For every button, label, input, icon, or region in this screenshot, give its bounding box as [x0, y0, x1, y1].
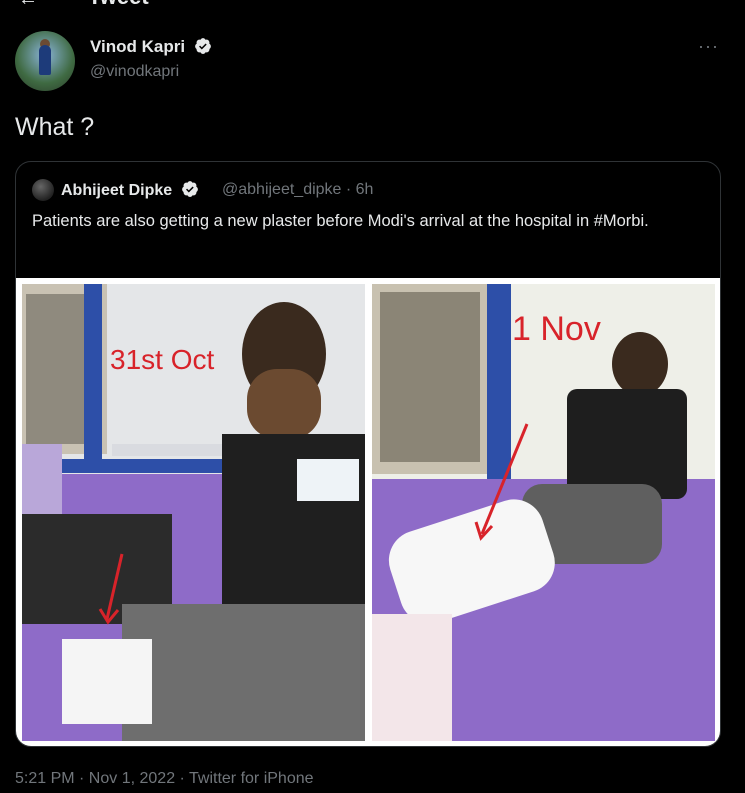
quote-author-name-text: Abhijeet Dipke	[61, 182, 173, 199]
quote-text: Patients are also getting a new plaster …	[32, 212, 649, 230]
author-name-text: Vinod Kapri	[90, 37, 186, 56]
right-photo-illustration	[372, 284, 715, 741]
image-panel-left: 31st Oct	[22, 284, 365, 741]
back-arrow-icon[interactable]: ←	[18, 0, 38, 11]
image-panel-right: 1 Nov	[372, 284, 715, 741]
left-date-caption: 31st Oct	[110, 344, 215, 375]
page-title: Tweet	[88, 0, 149, 10]
quote-author-name[interactable]: Abhijeet Dipke	[61, 180, 199, 200]
quote-author-handle[interactable]: @abhijeet_dipke · 6h	[222, 181, 373, 199]
quote-avatar[interactable]	[32, 179, 54, 201]
author-name[interactable]: Vinod Kapri	[90, 37, 212, 57]
avatar[interactable]	[15, 31, 75, 91]
tweet-meta: 5:21 PM · Nov 1, 2022 · Twitter for iPho…	[15, 770, 314, 787]
verified-badge-icon	[194, 38, 211, 54]
quoted-tweet[interactable]: Abhijeet Dipke @abhijeet_dipke · 6h Pati…	[15, 161, 721, 747]
author-handle[interactable]: @vinodkapri	[90, 63, 179, 81]
quote-image[interactable]: 31st Oct 1 Nov	[16, 278, 720, 746]
more-options-icon[interactable]: ···	[698, 36, 719, 57]
avatar-figure	[39, 45, 51, 75]
verified-badge-icon	[181, 181, 198, 197]
right-date-caption: 1 Nov	[512, 310, 601, 348]
tweet-text: What ?	[15, 113, 95, 141]
